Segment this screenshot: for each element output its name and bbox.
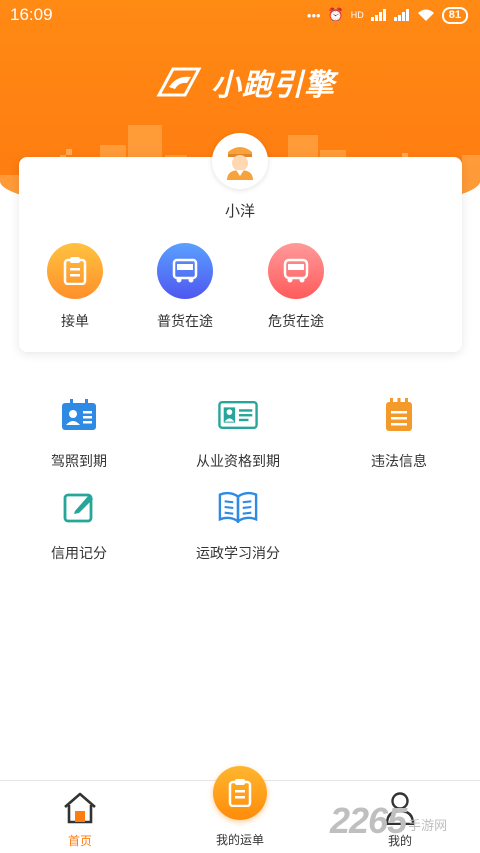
tab-home-label: 首页 xyxy=(67,834,92,848)
watermark-number: 2265 xyxy=(330,800,407,841)
app-name: 小跑引擎 xyxy=(211,69,335,102)
book-icon xyxy=(218,491,258,523)
signal-icon-2 xyxy=(393,9,409,21)
notepad-icon xyxy=(386,398,412,431)
general-cargo-transit-button[interactable] xyxy=(157,243,213,299)
credit-score-label: 信用记分 xyxy=(51,545,107,561)
more-dots-icon: ••• xyxy=(306,7,321,23)
general-cargo-label: 普货在途 xyxy=(157,313,213,329)
network-label: HD xyxy=(350,10,364,20)
alarm-icon: ⏰ xyxy=(327,7,344,22)
transport-study-label: 运政学习消分 xyxy=(196,545,280,561)
app-logo: 小跑引擎 xyxy=(155,60,335,104)
truck-icon xyxy=(172,258,198,283)
id-card-icon xyxy=(62,399,96,430)
hazardous-cargo-label: 危货在途 xyxy=(268,313,324,329)
transport-study-button[interactable] xyxy=(218,487,258,527)
clipboard-icon xyxy=(228,779,252,807)
site-watermark: 2265 手游网 xyxy=(330,800,447,842)
driver-avatar-icon xyxy=(227,147,253,180)
status-icons: ••• ⏰ HD 81 xyxy=(306,6,468,24)
bus-icon xyxy=(283,258,309,283)
signal-icon xyxy=(370,9,386,21)
tab-waybill-label[interactable]: 我的运单 xyxy=(190,831,290,848)
qualification-expiry-label: 从业资格到期 xyxy=(196,453,280,469)
status-time: 16:09 xyxy=(10,5,53,24)
license-expiry-label: 驾照到期 xyxy=(51,453,107,469)
logo-mark-icon xyxy=(156,67,202,97)
user-avatar[interactable] xyxy=(212,133,268,189)
hazardous-cargo-transit-button[interactable] xyxy=(268,243,324,299)
home-icon xyxy=(64,792,96,824)
battery-indicator: 81 xyxy=(441,6,468,24)
certificate-icon xyxy=(218,400,258,430)
license-expiry-button[interactable] xyxy=(59,395,99,435)
qualification-expiry-button[interactable] xyxy=(218,395,258,435)
tab-home[interactable]: 首页 xyxy=(40,788,120,848)
take-order-button[interactable] xyxy=(47,243,103,299)
edit-icon xyxy=(63,493,93,523)
take-order-label: 接单 xyxy=(61,313,89,329)
user-name: 小洋 xyxy=(224,203,255,220)
clipboard-icon xyxy=(63,257,87,285)
watermark-text: 手游网 xyxy=(408,817,448,833)
violation-info-button[interactable] xyxy=(379,395,419,435)
status-bar: 16:09 ••• ⏰ HD 81 xyxy=(0,0,480,30)
credit-score-button[interactable] xyxy=(59,487,99,527)
wifi-icon xyxy=(417,9,434,21)
my-waybill-button[interactable] xyxy=(213,766,267,820)
violation-info-label: 违法信息 xyxy=(371,453,427,469)
